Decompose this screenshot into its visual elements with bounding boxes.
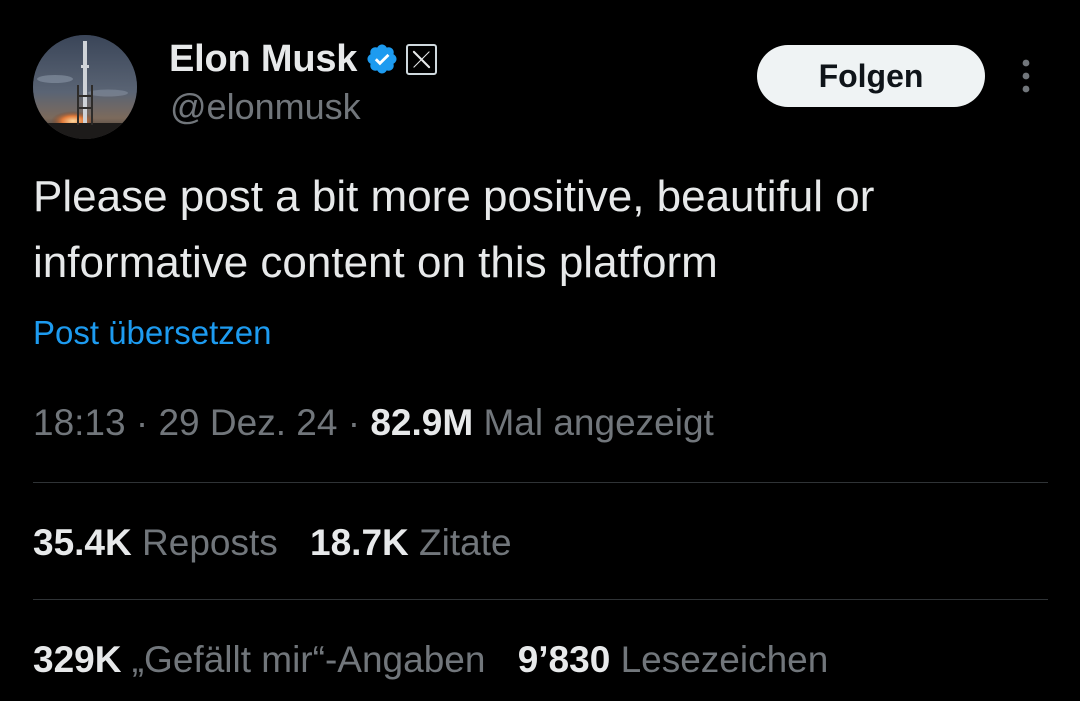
author-display-name[interactable]: Elon Musk [169, 38, 357, 81]
author-handle[interactable]: @elonmusk [170, 86, 361, 128]
engagement-stats-row: 329K „Gefällt mir“-Angaben 9’830 Lesezei… [33, 639, 828, 681]
bookmarks-label: Lesezeichen [620, 639, 829, 680]
divider [33, 599, 1048, 600]
translate-post-link[interactable]: Post übersetzen [33, 314, 271, 352]
author-name-row: Elon Musk [169, 36, 438, 82]
likes-stat[interactable]: 329K „Gefällt mir“-Angaben [33, 639, 485, 681]
reposts-label: Reposts [142, 522, 278, 563]
quotes-count: 18.7K [310, 522, 409, 563]
verified-badge-icon[interactable] [365, 42, 399, 76]
bookmarks-stat[interactable]: 9’830 Lesezeichen [518, 639, 829, 681]
quotes-label: Zitate [419, 522, 512, 563]
views-label: Mal angezeigt [483, 402, 714, 443]
tweet-text: Please post a bit more positive, beautif… [33, 172, 875, 287]
reposts-count: 35.4K [33, 522, 132, 563]
likes-label: „Gefällt mir“-Angaben [131, 639, 486, 680]
views-count: 82.9M [370, 402, 474, 443]
engagement-stats-row: 35.4K Reposts 18.7K Zitate [33, 522, 512, 564]
quotes-stat[interactable]: 18.7K Zitate [310, 522, 512, 564]
tweet-time[interactable]: 18:13 [33, 402, 126, 443]
avatar[interactable] [33, 35, 137, 139]
follow-button[interactable]: Folgen [757, 45, 985, 107]
divider [33, 482, 1048, 483]
tweet-meta: 18:13 · 29 Dez. 24 · 82.9M Mal angezeigt [33, 402, 714, 444]
rocket-launch-avatar-icon [33, 35, 137, 139]
likes-count: 329K [33, 639, 122, 680]
more-menu-button[interactable] [1008, 53, 1044, 99]
separator-dot: · [347, 402, 361, 443]
separator-dot: · [135, 402, 149, 443]
reposts-stat[interactable]: 35.4K Reposts [33, 522, 278, 564]
tweet-date[interactable]: 29 Dez. 24 [158, 402, 337, 443]
x-logo-icon[interactable] [406, 43, 438, 75]
more-vertical-icon [1022, 59, 1030, 93]
bookmarks-count: 9’830 [517, 639, 611, 680]
